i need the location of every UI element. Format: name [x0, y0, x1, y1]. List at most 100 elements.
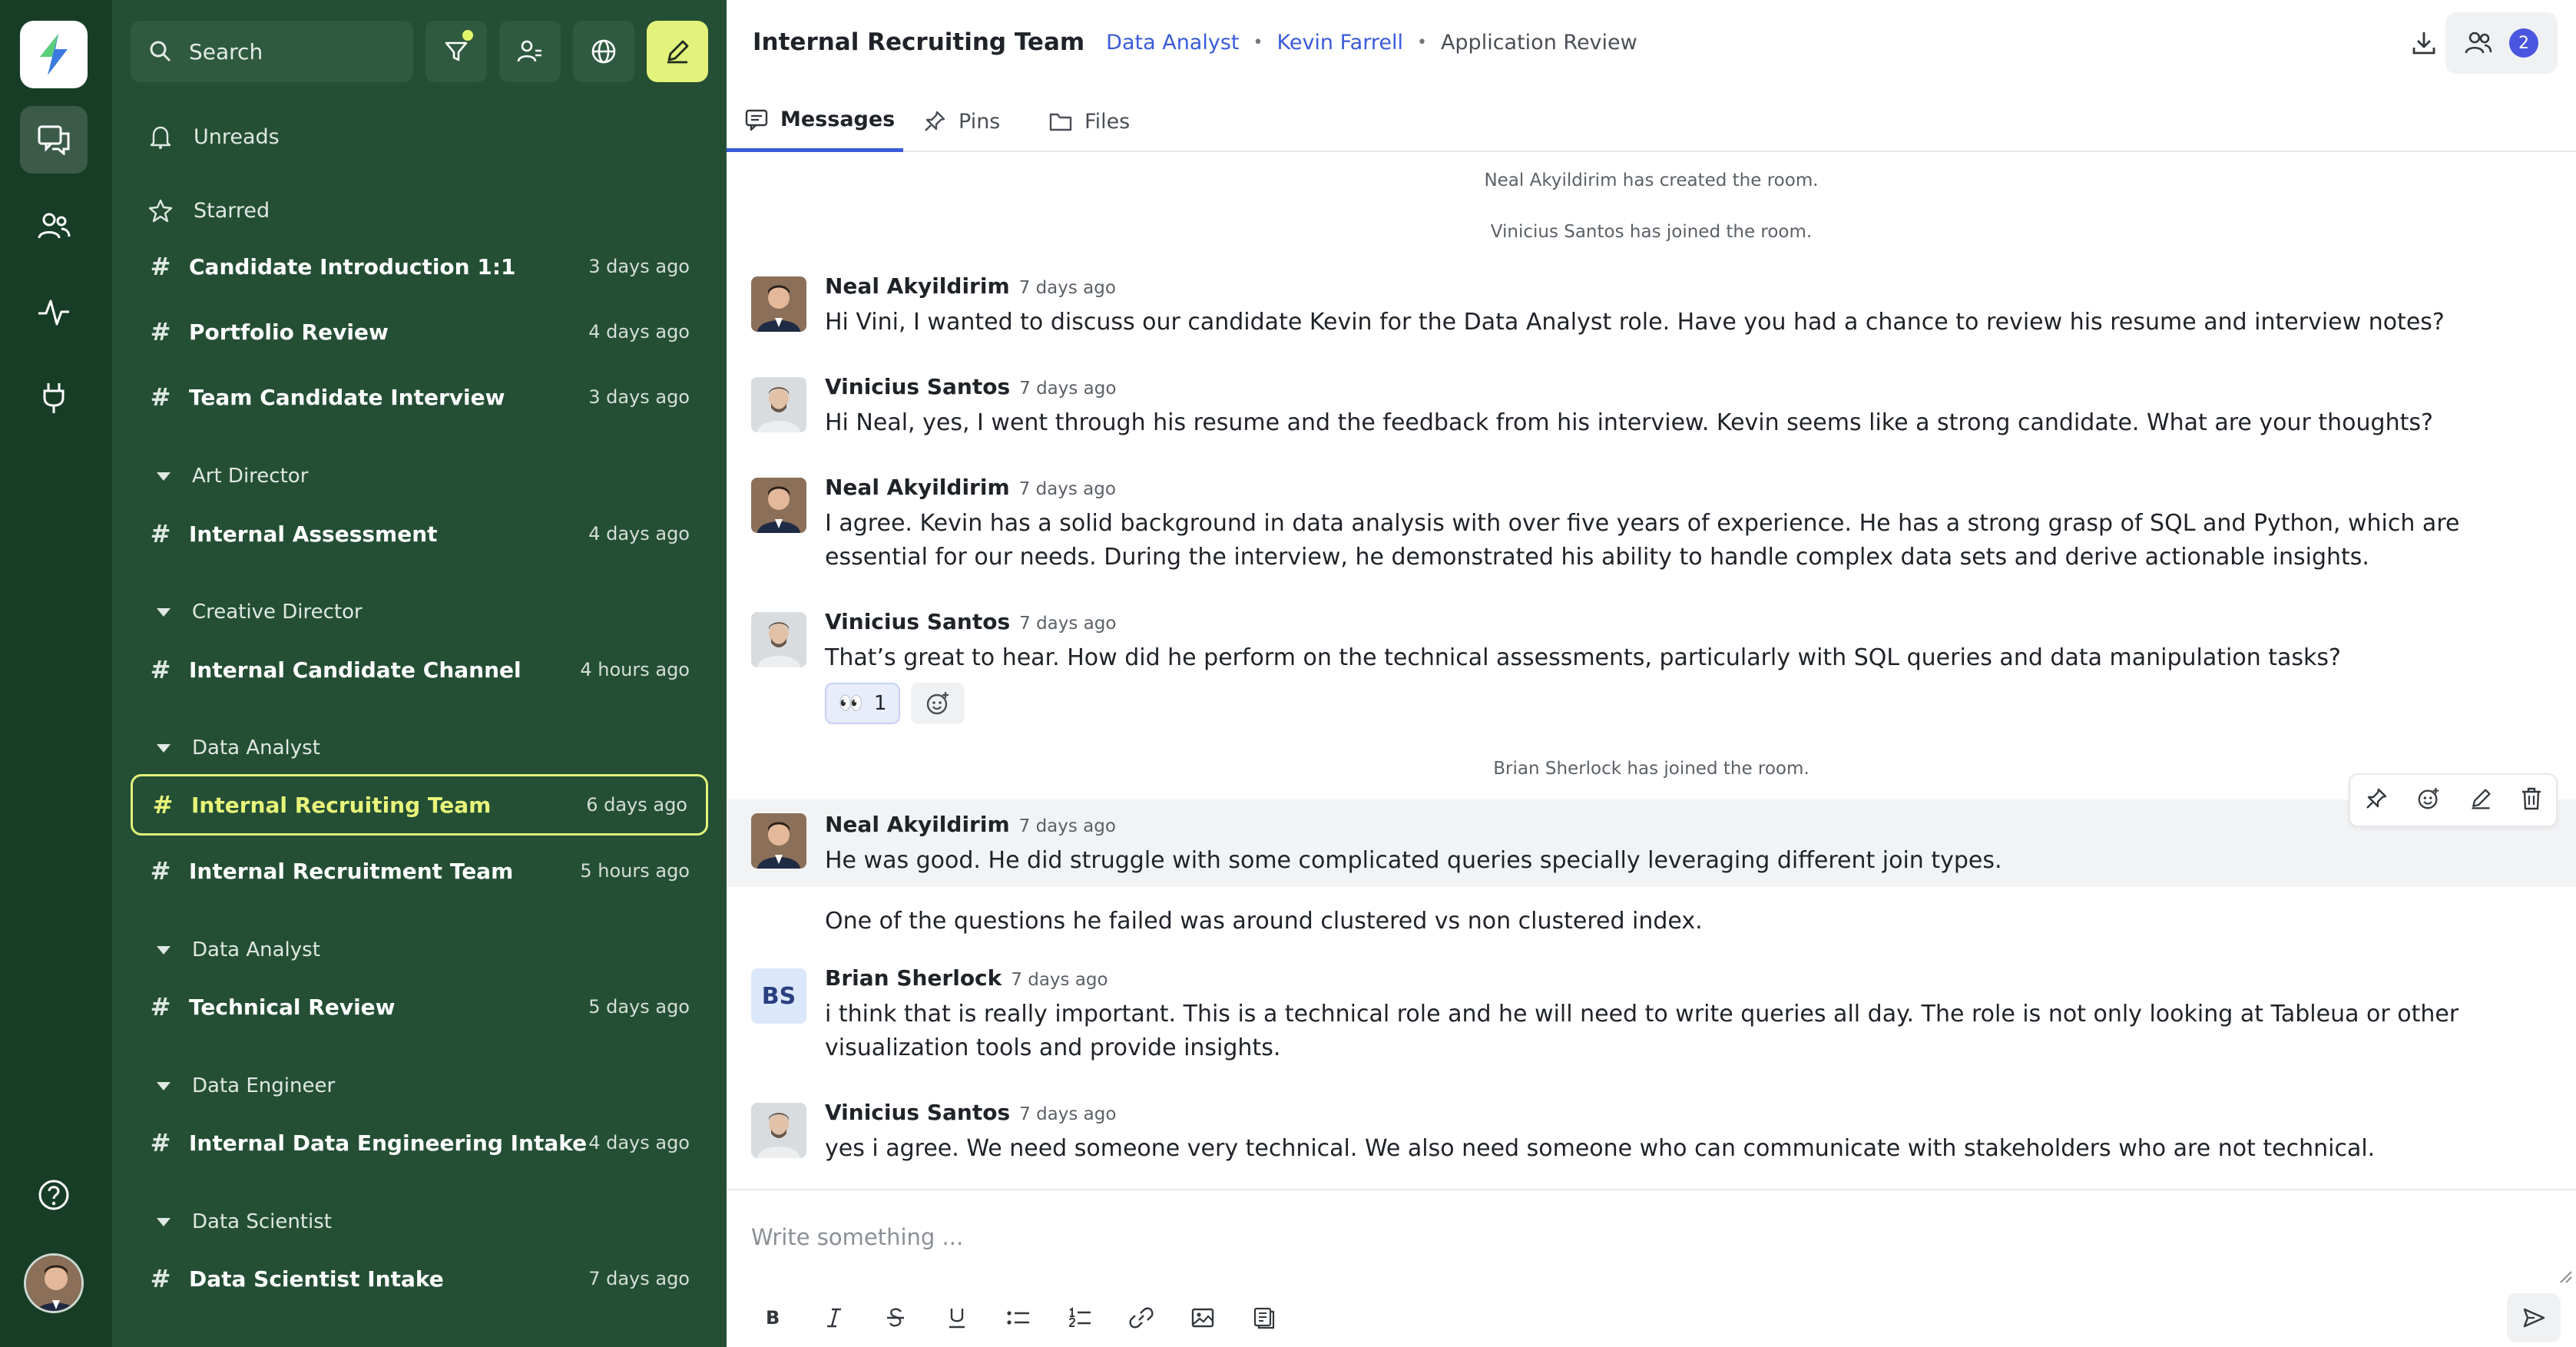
message-time: 7 days ago [1019, 379, 1117, 399]
breadcrumb-link[interactable]: Kevin Farrell [1276, 31, 1403, 55]
breadcrumb-link[interactable]: Data Analyst [1106, 31, 1239, 55]
send-button[interactable] [2507, 1293, 2561, 1342]
compose-button[interactable] [647, 21, 708, 82]
reaction-chip[interactable]: 👀 1 [825, 683, 900, 724]
user-avatar[interactable] [24, 1253, 84, 1313]
message-input[interactable]: Write something ... [751, 1224, 963, 1250]
message-text: That’s great to hear. How did he perform… [825, 644, 2341, 671]
group-header[interactable]: Data Engineer [131, 1063, 708, 1109]
channel-item[interactable]: # Team Candidate Interview 3 days ago [131, 366, 708, 428]
channel-name: Internal Data Engineering Intake [189, 1130, 588, 1156]
group-header[interactable]: Creative Director [131, 589, 708, 635]
channel-item[interactable]: # Internal Data Engineering Intake 4 day… [131, 1112, 708, 1173]
message-item-hovered[interactable]: Neal Akyildirim 7 days ago He was good. … [727, 799, 2576, 887]
sidebar-item-unreads[interactable]: Unreads [131, 106, 708, 167]
trash-icon [2521, 787, 2541, 810]
link-button[interactable] [1111, 1295, 1172, 1341]
image-button[interactable] [1172, 1295, 1233, 1341]
add-reaction-button[interactable] [911, 683, 965, 724]
group-header[interactable]: Data Analyst [131, 725, 708, 771]
avatar[interactable] [751, 612, 806, 667]
react-message-button[interactable] [2416, 786, 2441, 814]
group-label: Art Director [192, 465, 309, 488]
members-button[interactable]: 2 [2445, 12, 2558, 74]
neal-avatar-image [751, 478, 806, 533]
contacts-icon [517, 40, 541, 62]
channel-name: Internal Assessment [189, 521, 438, 547]
message-author[interactable]: Vinicius Santos [825, 374, 1010, 399]
message-author[interactable]: Vinicius Santos [825, 1100, 1010, 1125]
snippet-icon [1253, 1307, 1275, 1329]
strikethrough-button[interactable] [865, 1295, 926, 1341]
sidebar-item-label: Starred [194, 198, 270, 223]
avatar[interactable] [751, 377, 806, 432]
rail-chat-button[interactable] [20, 106, 88, 174]
resize-grip-icon[interactable] [2554, 1266, 2573, 1284]
rail-integrations-button[interactable] [20, 364, 88, 432]
message-item[interactable]: One of the questions he failed was aroun… [727, 889, 2576, 943]
underline-icon [949, 1309, 965, 1329]
avatar[interactable] [751, 1103, 806, 1158]
message-item[interactable]: Vinicius Santos 7 days ago That’s great … [727, 604, 2576, 735]
download-button[interactable] [2399, 18, 2449, 68]
message-text: I agree. Kevin has a solid background in… [825, 510, 2460, 571]
edit-message-button[interactable] [2469, 787, 2492, 813]
tab-files[interactable]: Files [1049, 91, 1130, 152]
message-author[interactable]: Brian Sherlock [825, 965, 1002, 991]
rail-help-button[interactable] [20, 1161, 88, 1229]
message-author[interactable]: Neal Akyildirim [825, 475, 1010, 500]
bullet-list-button[interactable] [988, 1295, 1049, 1341]
avatar[interactable] [751, 276, 806, 332]
avatar[interactable] [751, 478, 806, 533]
channel-item[interactable]: # Candidate Introduction 1:1 3 days ago [131, 236, 708, 297]
channel-item[interactable]: # Technical Review 5 days ago [131, 976, 708, 1038]
rail-people-button[interactable] [20, 192, 88, 260]
tab-label: Messages [780, 108, 896, 131]
channel-item[interactable]: # Portfolio Review 4 days ago [131, 301, 708, 362]
tab-messages[interactable]: Messages [727, 91, 903, 152]
tab-label: Files [1084, 109, 1131, 134]
channel-item[interactable]: # Internal Recruitment Team 5 hours ago [131, 840, 708, 902]
bold-button[interactable]: B [742, 1295, 803, 1341]
message-text: One of the questions he failed was aroun… [825, 908, 1703, 935]
rail-activity-button[interactable] [20, 278, 88, 346]
snippet-button[interactable] [1233, 1295, 1295, 1341]
message-item[interactable]: Vinicius Santos 7 days ago yes i agree. … [727, 1100, 2576, 1183]
search-input[interactable]: Search [131, 21, 413, 82]
chat-icon [38, 125, 70, 155]
group-header[interactable]: Art Director [131, 453, 708, 499]
pin-icon [2366, 788, 2386, 809]
avatar[interactable] [751, 813, 806, 869]
channel-item[interactable]: # Internal Candidate Channel 4 hours ago [131, 639, 708, 700]
delete-message-button[interactable] [2521, 787, 2542, 813]
message-item[interactable]: Neal Akyildirim 7 days ago I agree. Kevi… [727, 470, 2576, 601]
pencil-icon [2472, 789, 2491, 809]
message-author[interactable]: Vinicius Santos [825, 609, 1010, 634]
tab-label: Pins [959, 109, 1001, 134]
breadcrumb-separator: • [1253, 32, 1263, 52]
group-label: Data Analyst [192, 938, 320, 961]
channel-item-active[interactable]: # Internal Recruiting Team 6 days ago [131, 774, 708, 836]
group-header[interactable]: Data Analyst [131, 927, 708, 973]
message-author[interactable]: Neal Akyildirim [825, 273, 1010, 299]
filter-button[interactable] [425, 21, 487, 82]
tab-pins[interactable]: Pins [923, 91, 1000, 152]
contacts-button[interactable] [499, 21, 561, 82]
pin-message-button[interactable] [2365, 787, 2388, 813]
bell-icon [144, 124, 177, 149]
app-logo[interactable] [20, 21, 88, 88]
message-item[interactable]: BS Brian Sherlock 7 days ago i think tha… [727, 965, 2576, 1096]
group-header[interactable]: Data Scientist [131, 1199, 708, 1245]
channel-item[interactable]: # Data Scientist Intake 7 days ago [131, 1248, 708, 1309]
italic-button[interactable] [803, 1295, 865, 1341]
underline-button[interactable] [926, 1295, 988, 1341]
channel-item[interactable]: # Internal Assessment 4 days ago [131, 503, 708, 564]
message-item[interactable]: Neal Akyildirim 7 days ago Hi Vini, I wa… [727, 269, 2576, 364]
eyes-emoji-icon: 👀 [838, 692, 863, 715]
globe-button[interactable] [573, 21, 634, 82]
message-item[interactable]: Vinicius Santos 7 days ago Hi Neal, yes,… [727, 369, 2576, 465]
sidebar-item-starred[interactable]: Starred [131, 180, 708, 241]
avatar[interactable]: BS [751, 968, 806, 1024]
numbered-list-button[interactable] [1049, 1295, 1111, 1341]
message-author[interactable]: Neal Akyildirim [825, 812, 1010, 837]
